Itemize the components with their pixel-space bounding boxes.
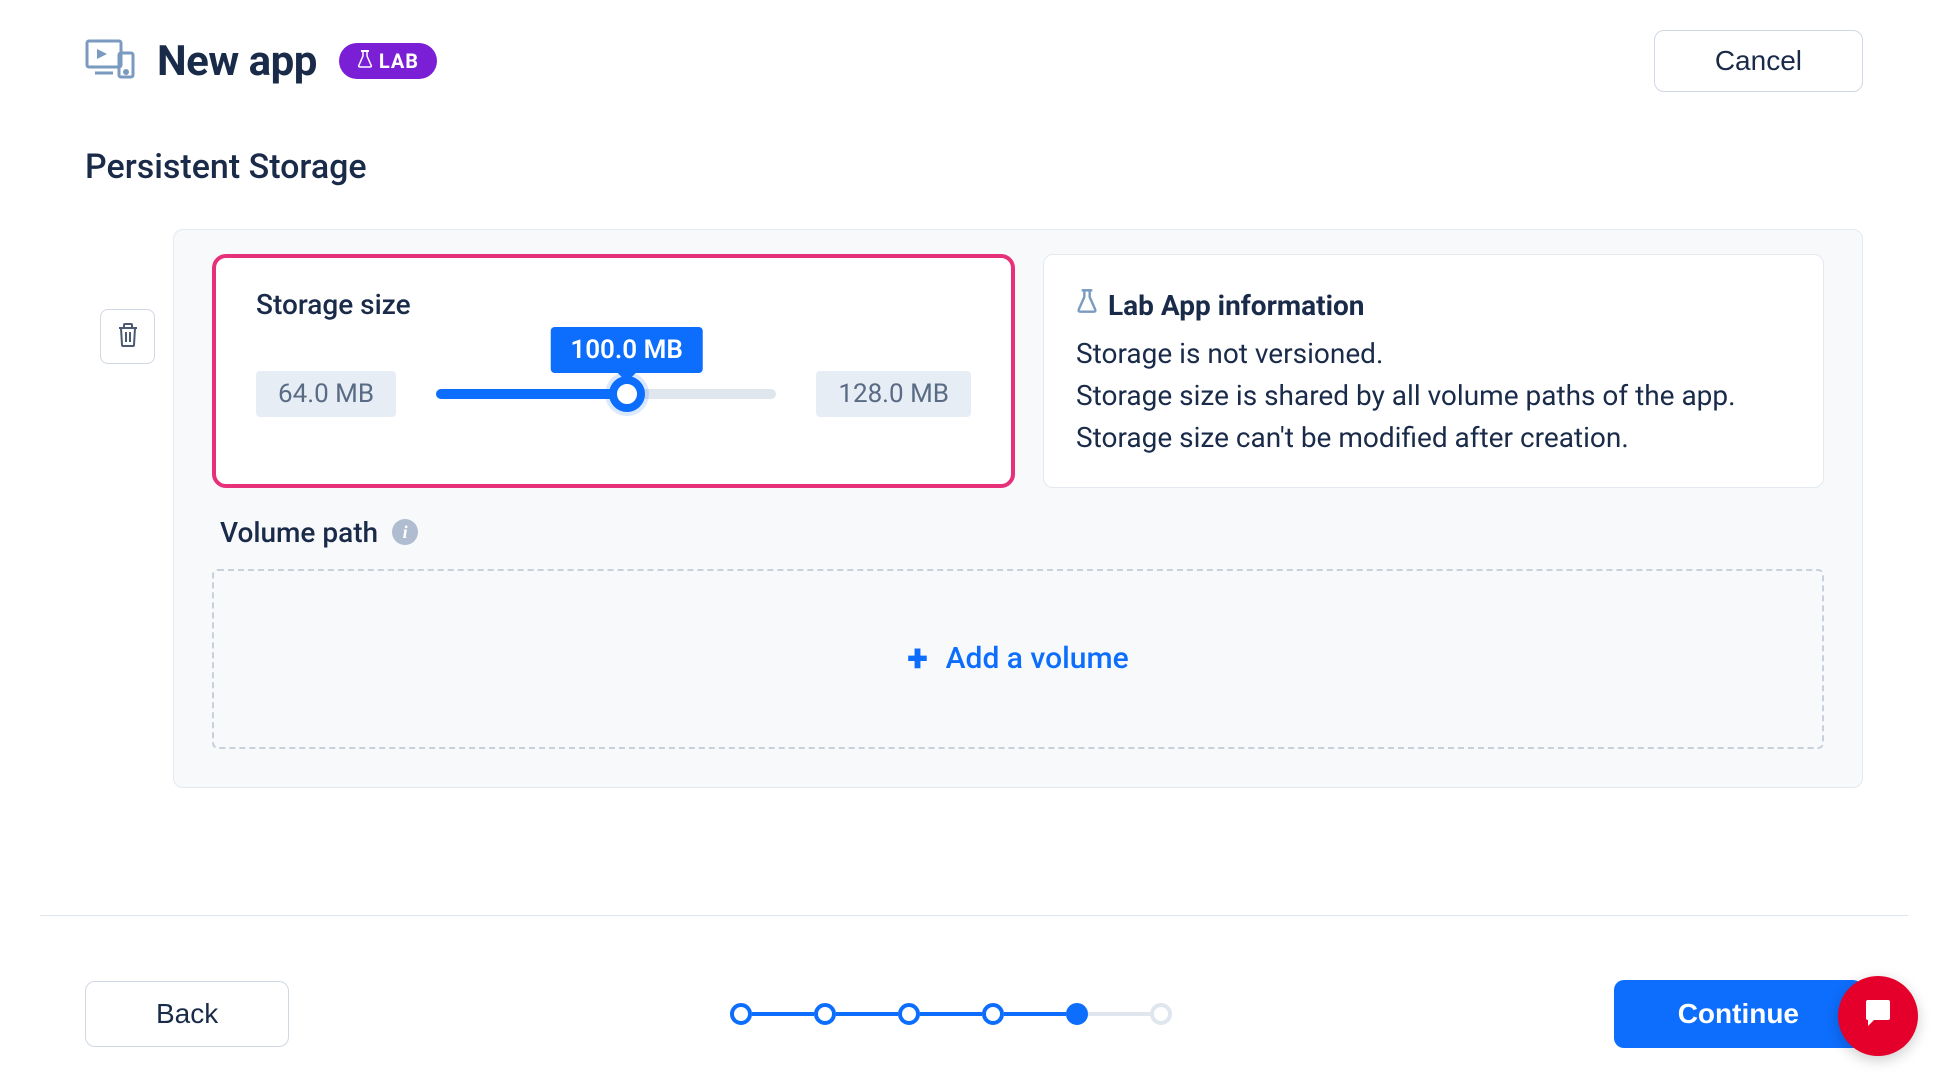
flask-icon — [357, 50, 373, 73]
lab-info-title: Lab App information — [1108, 285, 1364, 327]
storage-size-label: Storage size — [256, 288, 971, 321]
chat-icon — [1858, 994, 1898, 1038]
slider-thumb[interactable] — [609, 376, 645, 412]
slider-min-label: 64.0 MB — [256, 371, 396, 417]
slider-row: 64.0 MB 100.0 MB 128.0 MB — [256, 371, 971, 417]
back-button[interactable]: Back — [85, 981, 289, 1047]
footer-divider — [40, 915, 1908, 916]
lab-info-panel: Lab App information Storage is not versi… — [1043, 254, 1824, 488]
storage-slider[interactable]: 100.0 MB — [436, 389, 776, 399]
top-panels: Storage size 64.0 MB 100.0 MB 128.0 MB — [212, 254, 1824, 488]
lab-badge: LAB — [339, 43, 437, 79]
volume-path-label-row: Volume path i — [220, 516, 1824, 549]
add-volume-button[interactable]: + Add a volume — [212, 569, 1824, 749]
title-group: New app LAB — [85, 37, 437, 86]
chat-widget-button[interactable] — [1838, 976, 1918, 1056]
step-1[interactable] — [730, 1003, 752, 1025]
header: New app LAB Cancel — [85, 30, 1863, 92]
continue-button[interactable]: Continue — [1614, 980, 1863, 1048]
section-title: Persistent Storage — [85, 147, 1863, 187]
lab-info-line3: Storage size can't be modified after cre… — [1076, 417, 1791, 459]
app-icon — [85, 37, 135, 85]
step-5-current[interactable] — [1066, 1003, 1088, 1025]
slider-max-label: 128.0 MB — [816, 371, 971, 417]
slider-fill — [436, 389, 627, 399]
storage-size-panel: Storage size 64.0 MB 100.0 MB 128.0 MB — [212, 254, 1015, 488]
step-connector — [752, 1012, 814, 1016]
lab-info-title-row: Lab App information — [1076, 285, 1364, 327]
step-connector — [1088, 1012, 1150, 1016]
lab-badge-label: LAB — [379, 49, 419, 73]
page-title: New app — [157, 37, 317, 86]
flask-icon — [1076, 286, 1098, 325]
cancel-button[interactable]: Cancel — [1654, 30, 1863, 92]
step-connector — [920, 1012, 982, 1016]
trash-icon — [116, 322, 140, 351]
content-row: Storage size 64.0 MB 100.0 MB 128.0 MB — [100, 229, 1863, 788]
step-3[interactable] — [898, 1003, 920, 1025]
step-connector — [1004, 1012, 1066, 1016]
add-volume-label: Add a volume — [946, 641, 1129, 676]
storage-card: Storage size 64.0 MB 100.0 MB 128.0 MB — [173, 229, 1863, 788]
step-4[interactable] — [982, 1003, 1004, 1025]
step-6[interactable] — [1150, 1003, 1172, 1025]
info-icon[interactable]: i — [392, 519, 418, 545]
lab-info-line1: Storage is not versioned. — [1076, 333, 1791, 375]
footer: Back Continue — [85, 980, 1863, 1048]
plus-icon: + — [907, 637, 927, 681]
lab-info-line2: Storage size is shared by all volume pat… — [1076, 375, 1791, 417]
slider-value-bubble: 100.0 MB — [550, 327, 703, 373]
progress-stepper — [730, 1003, 1172, 1025]
step-2[interactable] — [814, 1003, 836, 1025]
volume-path-label: Volume path — [220, 516, 378, 549]
step-connector — [836, 1012, 898, 1016]
delete-storage-button[interactable] — [100, 309, 155, 364]
